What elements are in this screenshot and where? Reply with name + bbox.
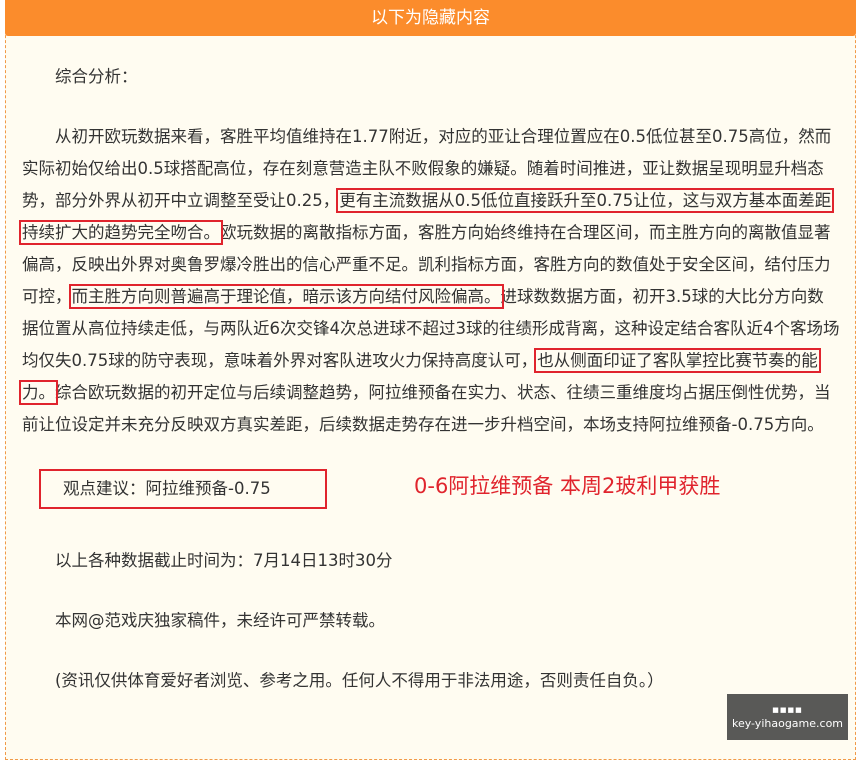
watermark-logo: ■■■■ — [772, 706, 803, 714]
section-title: 综合分析： — [55, 67, 138, 86]
watermark-site: key-yihaogame.com — [731, 717, 844, 730]
analysis-sentence-4: 综合欧玩数据的初开定位与后续调整趋势，阿拉维预备在实力、状态、往绩三重维度均占据… — [22, 383, 831, 434]
match-result: 0-6阿拉维预备 本周2玻利甲获胜 — [414, 474, 721, 498]
copyright-text: 本网@范戏庆独家稿件，未经许可严禁转载。 — [55, 611, 385, 630]
site-watermark: ■■■■ key-yihaogame.com — [727, 694, 848, 740]
disclaimer-text: (资讯仅供体育爱好者浏览、参考之用。任何人不得用于非法用途，否则责任自负。） — [55, 671, 664, 690]
article-content: 综合分析： 从初开欧玩数据来看，客胜平均值维持在1.77附近，对应的亚让合理位置… — [18, 61, 840, 697]
advice-box: 观点建议：阿拉维预备-0.75 — [39, 469, 327, 509]
hidden-content-header: 以下为隐藏内容 — [5, 0, 856, 36]
deadline-text: 以上各种数据截止时间为：7月14日13时30分 — [55, 551, 393, 570]
highlight-2: 而主胜方向则普遍高于理论值，暗示该方向结付风险偏高。 — [68, 284, 504, 309]
analysis-paragraph: 从初开欧玩数据来看，客胜平均值维持在1.77附近，对应的亚让合理位置应在0.5低… — [18, 121, 840, 441]
advice-row: 观点建议：阿拉维预备-0.75 0-6阿拉维预备 本周2玻利甲获胜 — [22, 469, 840, 517]
